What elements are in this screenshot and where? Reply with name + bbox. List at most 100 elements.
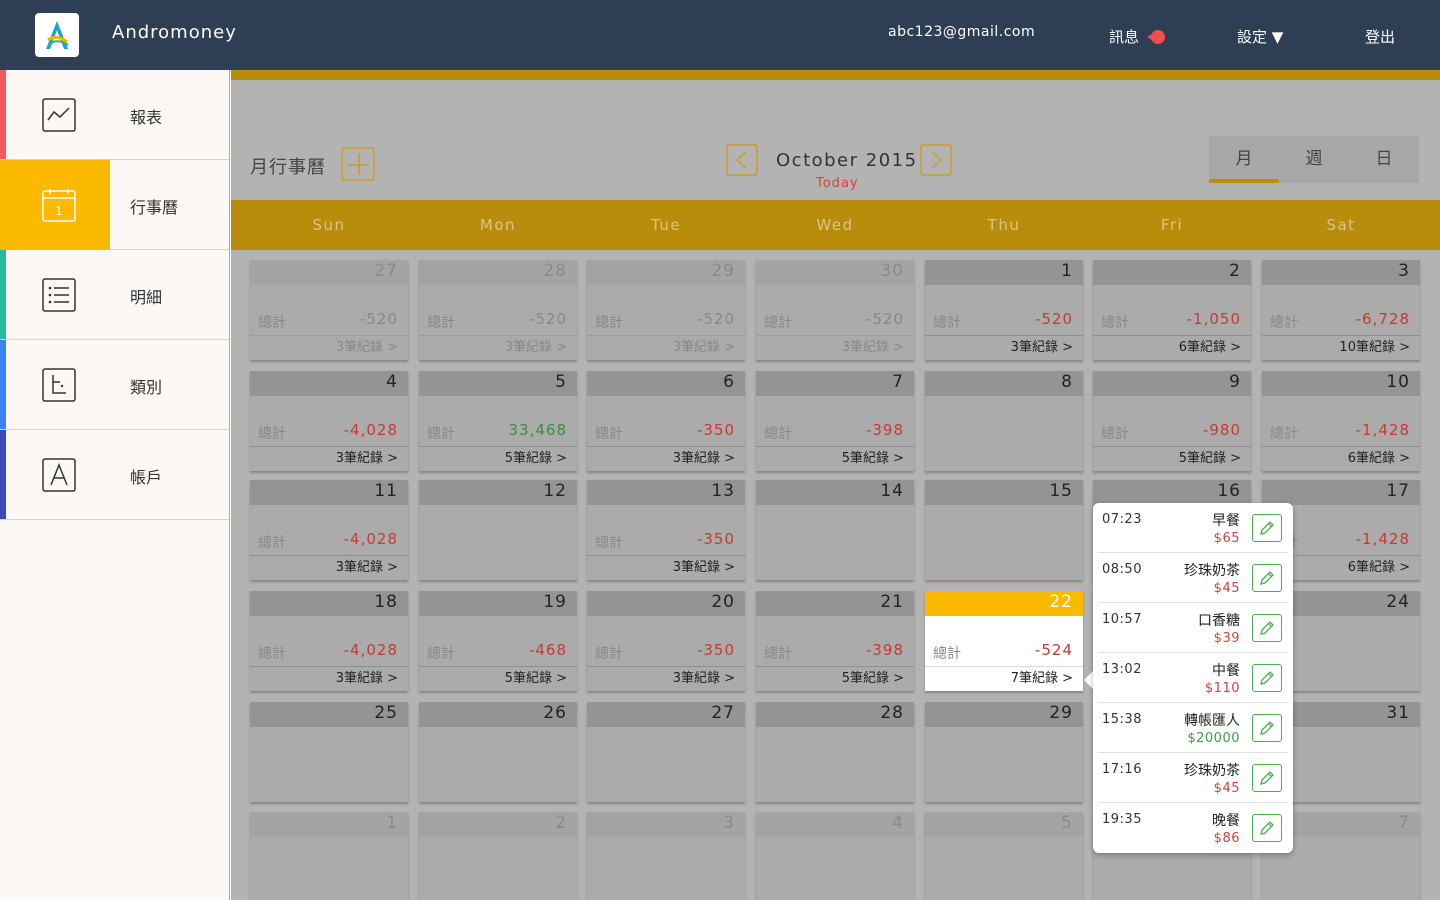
pencil-icon — [1260, 771, 1274, 785]
edit-record-button[interactable] — [1252, 714, 1282, 742]
records-link[interactable]: 3筆紀錄 > — [587, 335, 745, 359]
day-cell[interactable]: 6 總計 -350 3筆紀錄 > — [587, 371, 745, 471]
page-title: 月行事曆 — [250, 157, 326, 178]
day-number: 21 — [880, 592, 904, 612]
records-link[interactable]: 3筆紀錄 > — [250, 446, 408, 470]
day-cell[interactable]: 14 — [756, 480, 914, 580]
record-name: 轉帳匯人 — [1184, 713, 1240, 729]
records-link[interactable]: 7筆紀錄 > — [925, 666, 1083, 690]
record-time: 10:57 — [1102, 612, 1142, 627]
sidebar-item-calendar[interactable]: 1 行事曆 — [0, 160, 229, 250]
day-cell[interactable]: 8 — [925, 371, 1083, 471]
records-link[interactable]: 6筆紀錄 > — [1262, 446, 1420, 470]
pencil-icon — [1260, 721, 1274, 735]
records-link[interactable]: 10筆紀錄 > — [1262, 335, 1420, 359]
record-row: 15:38 轉帳匯人 $20000 — [1098, 703, 1288, 753]
day-cell[interactable]: 4 總計 -4,028 3筆紀錄 > — [250, 371, 408, 471]
day-cell[interactable]: 7 總計 -398 5筆紀錄 > — [756, 371, 914, 471]
day-cell[interactable]: 11 總計 -4,028 3筆紀錄 > — [250, 480, 408, 580]
add-record-button[interactable] — [341, 147, 375, 181]
next-month-button[interactable] — [920, 144, 952, 176]
records-link[interactable]: 5筆紀錄 > — [419, 666, 577, 690]
day-cell[interactable]: 1 總計 -520 3筆紀錄 > — [925, 260, 1083, 360]
tab-day[interactable]: 日 — [1349, 136, 1419, 183]
records-link[interactable]: 3筆紀錄 > — [925, 335, 1083, 359]
edit-record-button[interactable] — [1252, 814, 1282, 842]
records-link[interactable]: 6筆紀錄 > — [1093, 335, 1251, 359]
sidebar-item-categories[interactable]: 類別 — [0, 340, 229, 430]
day-cell-today[interactable]: 22 總計 -524 7筆紀錄 > — [925, 591, 1083, 691]
day-cell[interactable]: 9 總計 -980 5筆紀錄 > — [1093, 371, 1251, 471]
day-cell[interactable]: 25 — [250, 702, 408, 802]
records-link[interactable]: 5筆紀錄 > — [1093, 446, 1251, 470]
day-cell[interactable]: 27 — [587, 702, 745, 802]
record-name: 早餐 — [1212, 513, 1240, 529]
day-cell[interactable]: 1 — [250, 812, 408, 900]
records-link[interactable]: 5筆紀錄 > — [419, 446, 577, 470]
day-cell[interactable]: 29 總計 -520 3筆紀錄 > — [587, 260, 745, 360]
day-number: 7 — [892, 372, 904, 392]
sidebar-item-details[interactable]: 明細 — [0, 250, 229, 340]
day-cell[interactable]: 5 — [925, 812, 1083, 900]
day-cell[interactable]: 12 — [419, 480, 577, 580]
day-cell[interactable]: 15 — [925, 480, 1083, 580]
tab-month[interactable]: 月 — [1209, 136, 1279, 183]
day-total-amount: -398 — [865, 641, 904, 659]
records-link[interactable]: 3筆紀錄 > — [587, 666, 745, 690]
day-total-amount: -350 — [696, 421, 735, 439]
logout-link[interactable]: 登出 — [1365, 26, 1395, 47]
tab-week[interactable]: 週 — [1279, 136, 1349, 183]
weekday-label: Fri — [1160, 216, 1184, 234]
sidebar-item-accounts[interactable]: 帳戶 — [0, 430, 229, 520]
app-logo[interactable] — [35, 13, 79, 57]
day-cell[interactable]: 3 — [587, 812, 745, 900]
record-row: 10:57 口香糖 $39 — [1098, 603, 1288, 653]
day-cell-header: 28 — [419, 260, 577, 285]
day-cell[interactable]: 26 — [419, 702, 577, 802]
day-cell-header: 5 — [925, 812, 1083, 837]
day-cell-header: 15 — [925, 480, 1083, 505]
day-cell[interactable]: 10 總計 -1,428 6筆紀錄 > — [1262, 371, 1420, 471]
pencil-icon — [1260, 671, 1274, 685]
day-cell[interactable]: 20 總計 -350 3筆紀錄 > — [587, 591, 745, 691]
day-cell[interactable]: 4 — [756, 812, 914, 900]
day-cell[interactable]: 3 總計 -6,728 10筆紀錄 > — [1262, 260, 1420, 360]
records-link[interactable]: 5筆紀錄 > — [756, 666, 914, 690]
records-link[interactable]: 3筆紀錄 > — [587, 555, 745, 579]
weekday-label: Sun — [312, 216, 346, 234]
sidebar-item-reports[interactable]: 報表 — [0, 70, 229, 160]
edit-record-button[interactable] — [1252, 614, 1282, 642]
settings-dropdown[interactable]: 設定 ▼ — [1237, 26, 1283, 47]
edit-record-button[interactable] — [1252, 764, 1282, 792]
day-cell[interactable]: 28 — [756, 702, 914, 802]
day-cell-header: 7 — [756, 371, 914, 396]
day-cell[interactable]: 28 總計 -520 3筆紀錄 > — [419, 260, 577, 360]
day-cell[interactable]: 5 總計 33,468 5筆紀錄 > — [419, 371, 577, 471]
day-cell[interactable]: 27 總計 -520 3筆紀錄 > — [250, 260, 408, 360]
day-cell[interactable]: 30 總計 -520 3筆紀錄 > — [756, 260, 914, 360]
edit-record-button[interactable] — [1252, 664, 1282, 692]
prev-month-button[interactable] — [726, 144, 758, 176]
edit-record-button[interactable] — [1252, 564, 1282, 592]
day-cell[interactable]: 29 — [925, 702, 1083, 802]
records-link[interactable]: 3筆紀錄 > — [756, 335, 914, 359]
day-cell-header: 12 — [419, 480, 577, 505]
records-link[interactable]: 3筆紀錄 > — [250, 666, 408, 690]
day-number: 19 — [543, 592, 567, 612]
day-cell[interactable]: 19 總計 -468 5筆紀錄 > — [419, 591, 577, 691]
records-link[interactable]: 3筆紀錄 > — [419, 335, 577, 359]
records-link[interactable]: 5筆紀錄 > — [756, 446, 914, 470]
andromoney-logo-icon — [46, 21, 69, 49]
records-link[interactable]: 3筆紀錄 > — [250, 555, 408, 579]
messages-link[interactable]: 訊息 — [1109, 26, 1167, 47]
edit-record-button[interactable] — [1252, 514, 1282, 542]
day-cell[interactable]: 2 — [419, 812, 577, 900]
day-cell[interactable]: 13 總計 -350 3筆紀錄 > — [587, 480, 745, 580]
records-link[interactable]: 3筆紀錄 > — [250, 335, 408, 359]
day-cell[interactable]: 21 總計 -398 5筆紀錄 > — [756, 591, 914, 691]
today-link[interactable]: Today — [816, 176, 859, 191]
records-link[interactable]: 3筆紀錄 > — [587, 446, 745, 470]
day-cell-header: 1 — [925, 260, 1083, 285]
day-cell[interactable]: 2 總計 -1,050 6筆紀錄 > — [1093, 260, 1251, 360]
day-cell[interactable]: 18 總計 -4,028 3筆紀錄 > — [250, 591, 408, 691]
